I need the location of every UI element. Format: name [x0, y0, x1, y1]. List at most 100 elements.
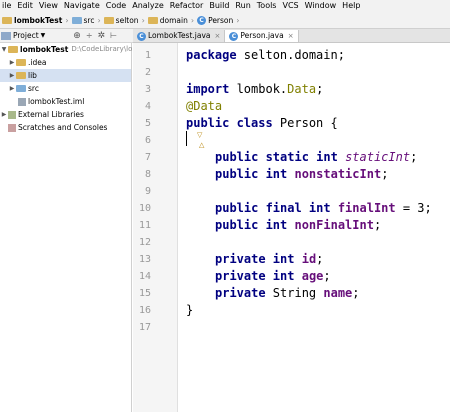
tree-item-label: External Libraries	[18, 110, 84, 119]
menu-window[interactable]: Window	[305, 0, 337, 12]
menu-tools[interactable]: Tools	[257, 0, 277, 12]
code-line: public class Person {	[186, 116, 338, 130]
tree-item-label: Scratches and Consoles	[18, 123, 108, 132]
tree-item-scratches[interactable]: Scratches and Consoles	[0, 121, 107, 134]
crumb-project-label: lombokTest	[14, 15, 63, 25]
menu-refactor[interactable]: Refactor	[170, 0, 204, 12]
line-number: 5	[144, 118, 151, 129]
menu-vcs[interactable]: VCS	[282, 0, 298, 12]
line-number: 1	[144, 50, 151, 61]
tab-person[interactable]: C Person.java ×	[225, 30, 299, 42]
line-number: 6	[144, 135, 151, 146]
line-number: 12	[138, 237, 151, 248]
chevron-right-icon: ›	[65, 15, 69, 25]
crumb-selton-label: selton	[115, 15, 139, 25]
menu-edit[interactable]: Edit	[17, 0, 33, 12]
warning-icon[interactable]: ▽	[197, 131, 202, 139]
line-number: 3	[144, 84, 151, 95]
folder-icon	[8, 46, 18, 53]
tree-item-label: lombokTest	[20, 45, 69, 54]
close-icon[interactable]: ×	[288, 30, 294, 42]
gear-icon[interactable]: ✲	[98, 31, 106, 41]
chevron-right-icon: ›	[190, 15, 195, 25]
line-number: 7	[144, 152, 151, 163]
chevron-right-icon[interactable]: ▶	[8, 82, 16, 95]
code-line: import lombok.Data;	[186, 82, 324, 96]
folder-icon	[16, 85, 26, 92]
code-line: private int id;	[215, 252, 324, 266]
crumb-person[interactable]: C Person ›	[197, 15, 242, 25]
chevron-down-icon[interactable]: ▼	[0, 43, 8, 56]
tree-item-path: D:\CodeLibrary\lo	[71, 45, 133, 53]
warning-icon[interactable]: △	[199, 142, 204, 149]
project-tree: ▼ lombokTest D:\CodeLibrary\lo ▶ .idea ▶…	[0, 43, 132, 412]
chevron-right-icon[interactable]: ▶	[0, 108, 8, 121]
menu-bar: ile Edit View Navigate Code Analyze Refa…	[0, 0, 450, 12]
crumb-selton[interactable]: selton ›	[103, 15, 148, 25]
tree-item-lib[interactable]: ▶ lib	[0, 69, 131, 82]
line-number: 2	[144, 67, 151, 78]
tab-lomboktest[interactable]: C LombokTest.java ×	[133, 30, 226, 42]
chevron-right-icon: ›	[236, 15, 240, 25]
code-line: public int nonFinalInt;	[215, 218, 382, 232]
menu-view[interactable]: View	[39, 0, 58, 12]
tree-item-label: lombokTest.iml	[28, 97, 85, 106]
menu-code[interactable]: Code	[106, 0, 126, 12]
module-file-icon	[18, 97, 26, 106]
crumb-person-label: Person	[208, 15, 234, 25]
crumb-src-label: src	[83, 15, 95, 25]
menu-navigate[interactable]: Navigate	[64, 0, 100, 12]
chevron-right-icon[interactable]: ▶	[8, 69, 16, 82]
project-view-selector[interactable]: Project	[13, 31, 39, 40]
tree-item-iml[interactable]: lombokTest.iml	[0, 95, 84, 108]
project-icon	[1, 31, 11, 40]
line-number: 4	[144, 101, 151, 112]
tree-item-src[interactable]: ▶ src	[0, 82, 39, 95]
chevron-down-icon[interactable]: ▼	[41, 32, 46, 39]
crumb-src[interactable]: src ›	[71, 15, 104, 25]
code-editor[interactable]: package selton.domain; import lombok.Dat…	[178, 43, 450, 412]
code-line: public final int finalInt = 3;	[215, 201, 432, 215]
line-number: 11	[138, 220, 151, 231]
crumb-domain-label: domain	[159, 15, 188, 25]
menu-file[interactable]: ile	[2, 0, 11, 12]
project-panel-header: Project ▼ ⊕ ÷ ✲ ⊢	[0, 29, 133, 43]
crumb-project[interactable]: lombokTest ›	[2, 16, 72, 25]
menu-run[interactable]: Run	[235, 0, 250, 12]
chevron-right-icon[interactable]: ▶	[8, 56, 16, 69]
chevron-right-icon: ›	[97, 15, 101, 25]
class-icon: C	[197, 15, 207, 25]
line-number: 13	[138, 254, 151, 265]
breadcrumb: lombokTest › src › selton › domain › C P…	[0, 12, 450, 29]
menu-help[interactable]: Help	[342, 0, 360, 12]
tree-item-external-libraries[interactable]: ▶ External Libraries	[0, 108, 84, 121]
folder-icon	[71, 16, 82, 24]
code-line: public static int staticInt;	[215, 150, 418, 164]
line-number: 8	[144, 169, 151, 180]
target-icon[interactable]: ⊕	[73, 31, 81, 41]
code-line: }	[186, 303, 194, 317]
class-icon: C	[229, 31, 239, 41]
chevron-right-icon: ›	[141, 15, 145, 25]
menu-analyze[interactable]: Analyze	[132, 0, 164, 12]
text-caret	[186, 131, 187, 146]
folder-icon	[103, 16, 114, 24]
line-number: 10	[138, 203, 151, 214]
code-line: public int nonstaticInt;	[215, 167, 389, 181]
class-icon: C	[137, 31, 146, 41]
code-line: private int age;	[215, 269, 331, 283]
library-icon	[8, 110, 16, 119]
collapse-icon[interactable]: ÷	[86, 31, 93, 40]
tree-item-idea[interactable]: ▶ .idea	[0, 56, 47, 69]
tree-item-label: .idea	[28, 58, 47, 67]
folder-icon	[2, 16, 12, 24]
editor-gutter[interactable]: 1 2 3 4 5 6 7 8 9 10 11 12 13 14 15 16 1…	[133, 43, 178, 412]
hide-icon[interactable]: ⊢	[110, 31, 117, 40]
tree-item-root[interactable]: ▼ lombokTest D:\CodeLibrary\lo	[0, 43, 133, 56]
tab-label: Person.java	[240, 31, 284, 40]
line-number: 14	[138, 271, 151, 282]
menu-build[interactable]: Build	[209, 0, 229, 12]
crumb-domain[interactable]: domain ›	[147, 15, 197, 25]
close-icon[interactable]: ×	[215, 30, 221, 42]
scratches-icon	[8, 123, 16, 132]
